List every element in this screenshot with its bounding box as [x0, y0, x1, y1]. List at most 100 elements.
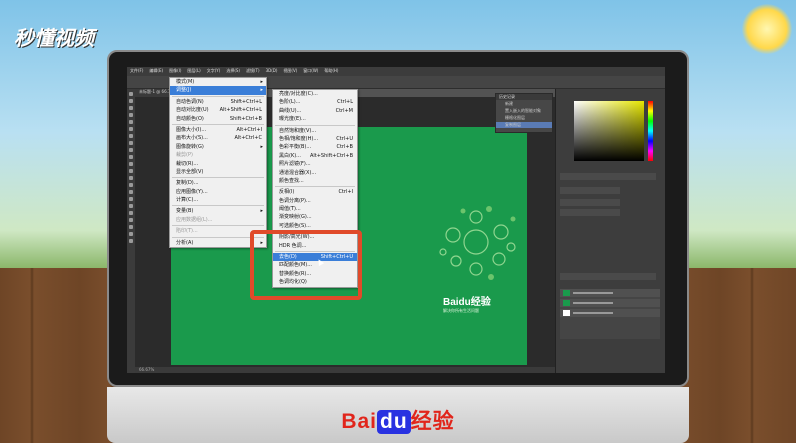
- menu-item-label: 亮度/对比度(C)...: [279, 91, 318, 97]
- tool-icon[interactable]: [129, 211, 133, 215]
- tool-icon[interactable]: [129, 218, 133, 222]
- history-item-selected[interactable]: 复制图层: [496, 122, 552, 128]
- history-item[interactable]: 置入嵌入的智能对象: [496, 108, 552, 114]
- menu-item[interactable]: 色彩平衡(B)... Ctrl+B: [273, 143, 357, 151]
- tool-icon[interactable]: [129, 176, 133, 180]
- menubar-item[interactable]: 文字(Y): [204, 67, 224, 75]
- menu-item[interactable]: 应用图像(Y)...: [170, 188, 266, 196]
- menu-item[interactable]: 亮度/对比度(C)...: [273, 90, 357, 98]
- menu-item[interactable]: 复制(D)...: [170, 179, 266, 187]
- menu-item[interactable]: 可选颜色(S)...: [273, 222, 357, 230]
- panel-control[interactable]: [560, 187, 620, 194]
- menu-separator: [172, 205, 264, 207]
- menu-item[interactable]: 反相(I) Ctrl+I: [273, 188, 357, 196]
- menubar-item[interactable]: 选择(S): [223, 67, 243, 75]
- history-item[interactable]: 栅格化图层: [496, 115, 552, 121]
- tool-icon[interactable]: [129, 162, 133, 166]
- menu-separator: [275, 124, 355, 126]
- menu-item[interactable]: 变量(B) ▸: [170, 207, 266, 215]
- menu-item-label: 色阶(L)...: [279, 99, 301, 106]
- tool-icon[interactable]: [129, 169, 133, 173]
- tool-icon[interactable]: [129, 106, 133, 110]
- menubar-item[interactable]: 滤镜(T): [243, 67, 263, 75]
- layer-row[interactable]: [560, 289, 660, 297]
- layer-row[interactable]: [560, 299, 660, 307]
- menu-item-label: 显示全部(V): [176, 168, 204, 175]
- history-panel[interactable]: 历史记录 新建 置入嵌入的智能对象 栅格化图层 复制图层: [495, 93, 553, 133]
- menu-item[interactable]: 显示全部(V): [170, 168, 266, 176]
- panel-control[interactable]: [560, 209, 620, 216]
- menu-item[interactable]: 黑白(K)... Alt+Shift+Ctrl+B: [273, 152, 357, 160]
- menu-item-label: 照片滤镜(F)...: [279, 161, 311, 168]
- tool-icon[interactable]: [129, 190, 133, 194]
- layer-name-bar: [573, 302, 613, 304]
- tool-icon[interactable]: [129, 134, 133, 138]
- tool-icon[interactable]: [129, 113, 133, 117]
- tool-icon[interactable]: [129, 120, 133, 124]
- menu-item-label: 黑白(K)...: [279, 152, 301, 159]
- submenu-arrow-icon: ▸: [260, 87, 263, 94]
- tool-icon[interactable]: [129, 155, 133, 159]
- panel-control[interactable]: [560, 199, 620, 206]
- menubar-item[interactable]: 窗口(W): [300, 67, 321, 75]
- menu-item[interactable]: 自动颜色(O) Shift+Ctrl+B: [170, 115, 266, 123]
- menu-item[interactable]: 自动色调(N) Shift+Ctrl+L: [170, 98, 266, 106]
- tool-icon[interactable]: [129, 141, 133, 145]
- menu-item[interactable]: 调整(J) ▸: [170, 86, 266, 95]
- menu-item[interactable]: 色调分离(P)...: [273, 197, 357, 205]
- menu-item[interactable]: 色相/饱和度(H)... Ctrl+U: [273, 135, 357, 143]
- tool-icon[interactable]: [129, 225, 133, 229]
- menu-item[interactable]: 模式(M) ▸: [170, 78, 266, 86]
- menu-item[interactable]: 裁切(R)...: [170, 160, 266, 168]
- menubar-item[interactable]: 编辑(E): [146, 67, 166, 75]
- menu-item-label: 渐变映射(G)...: [279, 214, 312, 221]
- menubar-item[interactable]: 视图(V): [280, 67, 300, 75]
- tool-icon[interactable]: [129, 92, 133, 96]
- tool-icon[interactable]: [129, 148, 133, 152]
- layers-panel[interactable]: [560, 289, 660, 339]
- menu-item[interactable]: 计算(C)...: [170, 196, 266, 204]
- menubar-item[interactable]: 图层(L): [184, 67, 203, 75]
- menu-item-label: 自动颜色(O): [176, 115, 204, 122]
- menu-item[interactable]: 阈值(T)...: [273, 205, 357, 213]
- menubar-item[interactable]: 帮助(H): [321, 67, 341, 75]
- tool-icon[interactable]: [129, 127, 133, 131]
- menu-item[interactable]: 照片滤镜(F)...: [273, 160, 357, 168]
- ps-toolbar[interactable]: [127, 89, 135, 373]
- menu-item[interactable]: 图像大小(I)... Alt+Ctrl+I: [170, 126, 266, 134]
- menu-item[interactable]: 自动对比度(U) Alt+Shift+Ctrl+L: [170, 106, 266, 114]
- menu-item[interactable]: 曝光度(E)...: [273, 115, 357, 123]
- canvas-brand-text: Baidu经验: [443, 297, 491, 308]
- menu-item[interactable]: 画布大小(S)... Alt+Ctrl+C: [170, 134, 266, 142]
- menu-item-label: 应用数据组(L)...: [176, 216, 213, 223]
- tool-icon[interactable]: [129, 183, 133, 187]
- menu-item[interactable]: 曲线(U)... Ctrl+M: [273, 107, 357, 115]
- color-picker[interactable]: [574, 101, 644, 161]
- hue-slider[interactable]: [648, 101, 653, 161]
- menu-item-label: 颜色查找...: [279, 177, 304, 184]
- menu-item[interactable]: 渐变映射(G)...: [273, 213, 357, 221]
- menubar-item[interactable]: 3D(D): [263, 67, 281, 74]
- tool-icon[interactable]: [129, 232, 133, 236]
- tool-icon[interactable]: [129, 239, 133, 243]
- layers-panel-tab-row[interactable]: [560, 273, 656, 280]
- tool-icon[interactable]: [129, 197, 133, 201]
- panel-tab-row[interactable]: [560, 173, 656, 180]
- menubar-item[interactable]: 文件(F): [127, 67, 146, 75]
- menu-item-shortcut: Alt+Ctrl+I: [236, 126, 262, 133]
- menu-item[interactable]: 通道混合器(X)...: [273, 169, 357, 177]
- canvas-slogan: 解决你所有生活问题: [443, 308, 479, 313]
- menu-item[interactable]: 自然饱和度(V)...: [273, 127, 357, 135]
- menu-item[interactable]: 色阶(L)... Ctrl+L: [273, 98, 357, 106]
- submenu-arrow-icon: ▸: [260, 208, 263, 215]
- tool-icon[interactable]: [129, 204, 133, 208]
- submenu-arrow-icon: ▸: [260, 143, 263, 150]
- menu-item[interactable]: 颜色查找...: [273, 177, 357, 185]
- layer-row[interactable]: [560, 309, 660, 317]
- tool-icon[interactable]: [129, 99, 133, 103]
- decorative-circles-icon: [439, 206, 516, 280]
- menu-item-label: 图像大小(I)...: [176, 126, 207, 133]
- menu-item[interactable]: 图像旋转(G) ▸: [170, 143, 266, 151]
- history-item[interactable]: 新建: [496, 101, 552, 107]
- menubar-item[interactable]: 图像(I): [166, 67, 184, 75]
